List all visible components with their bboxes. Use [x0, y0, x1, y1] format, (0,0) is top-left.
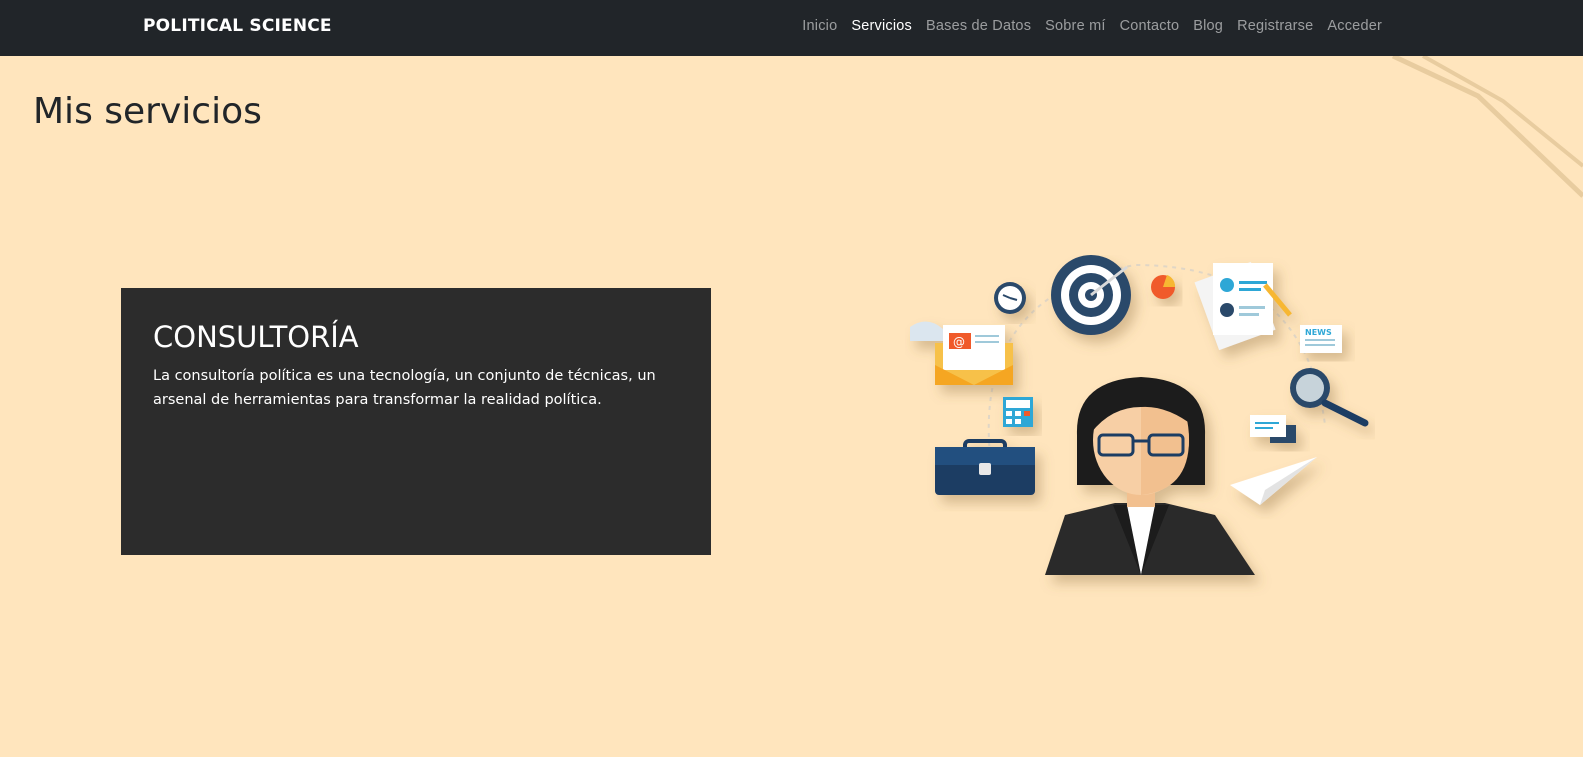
chat-icon [1250, 415, 1296, 443]
navbar: POLITICAL SCIENCE Inicio Servicios Bases… [0, 0, 1583, 56]
calculator-icon [1003, 397, 1033, 427]
consulting-illustration: NEWS @ [910, 255, 1369, 575]
news-label: NEWS [1305, 328, 1332, 337]
nav-item-bases-de-datos[interactable]: Bases de Datos [919, 18, 1038, 34]
target-icon [1051, 255, 1131, 335]
nav-item-inicio[interactable]: Inicio [795, 18, 844, 34]
service-card-title: CONSULTORÍA [153, 320, 359, 354]
paper-plane-icon [1230, 457, 1317, 505]
nav-item-contacto[interactable]: Contacto [1113, 18, 1187, 34]
service-card-text: La consultoría política es una tecnologí… [153, 368, 656, 408]
email-symbol: @ [953, 335, 965, 349]
page-title: Mis servicios [33, 91, 262, 132]
email-icon: @ [910, 321, 1013, 385]
service-card: CONSULTORÍA La consultoría política es u… [121, 288, 711, 555]
nav-item-acceder[interactable]: Acceder [1320, 18, 1389, 34]
brand-link[interactable]: POLITICAL SCIENCE [143, 16, 332, 36]
news-icon: NEWS [1300, 325, 1342, 353]
nav-item-servicios[interactable]: Servicios [844, 18, 919, 34]
briefcase-icon [935, 439, 1035, 495]
nav-item-registrarse[interactable]: Registrarse [1230, 18, 1320, 34]
pie-chart-icon [1151, 275, 1176, 299]
decorative-lines [1391, 56, 1583, 198]
nav-item-blog[interactable]: Blog [1186, 18, 1230, 34]
nav-menu: Inicio Servicios Bases de Datos Sobre mí… [795, 18, 1389, 34]
magnifier-icon [1290, 368, 1369, 427]
nav-item-sobre-mi[interactable]: Sobre mí [1038, 18, 1112, 34]
clock-icon [994, 282, 1026, 314]
woman-avatar [1045, 377, 1255, 575]
